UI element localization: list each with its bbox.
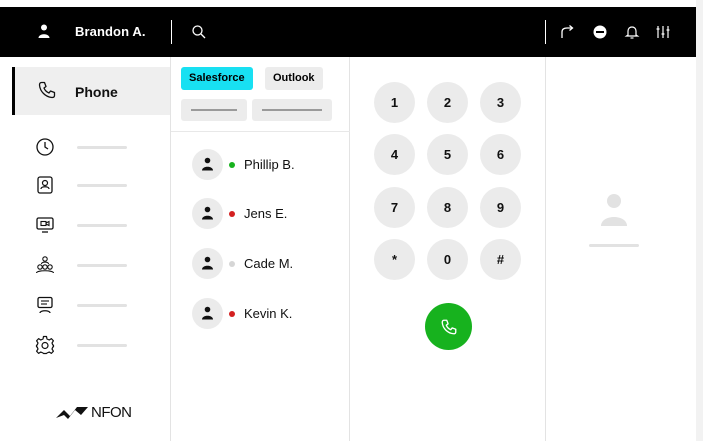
do-not-disturb-icon[interactable] <box>592 24 608 40</box>
user-icon[interactable] <box>36 23 52 39</box>
contact-name: Kevin K. <box>244 306 293 321</box>
call-button[interactable] <box>425 303 472 350</box>
status-dot <box>229 162 235 168</box>
filter-chip[interactable] <box>252 99 332 121</box>
bell-icon[interactable] <box>624 24 640 40</box>
dial-key-1[interactable]: 1 <box>374 82 415 123</box>
contact-item[interactable]: Kevin K. <box>192 298 342 330</box>
placeholder-bar <box>191 109 237 111</box>
dial-key-8[interactable]: 8 <box>427 187 468 228</box>
dial-key-7[interactable]: 7 <box>374 187 415 228</box>
top-bar: Brandon A. <box>0 7 696 57</box>
placeholder-bar <box>77 224 127 227</box>
placeholder-bar <box>77 304 127 307</box>
avatar <box>192 248 223 279</box>
nfon-logo-mark <box>56 407 88 419</box>
dialpad: 1 2 3 4 5 6 7 8 9 * 0 # <box>350 57 546 441</box>
clock-icon <box>36 138 54 156</box>
user-name[interactable]: Brandon A. <box>75 24 146 39</box>
placeholder-bar <box>589 244 639 247</box>
placeholder-bar <box>77 344 127 347</box>
divider <box>545 20 546 44</box>
search-icon[interactable] <box>191 24 207 40</box>
dial-key-2[interactable]: 2 <box>427 82 468 123</box>
avatar <box>192 298 223 329</box>
sidebar-item-label: Phone <box>75 84 118 100</box>
placeholder-bar <box>262 109 322 111</box>
dial-key-0[interactable]: 0 <box>427 239 468 280</box>
dial-key-star[interactable]: * <box>374 239 415 280</box>
phone-icon <box>441 319 456 334</box>
status-dot <box>229 261 235 267</box>
user-placeholder-icon <box>601 194 627 226</box>
sidebar-item-screen-share[interactable] <box>0 213 171 239</box>
dial-key-3[interactable]: 3 <box>480 82 521 123</box>
contact-item[interactable]: Phillip B. <box>192 149 342 181</box>
app-window: Brandon A. Phone NFON Salesforce Outlook… <box>0 7 696 441</box>
dial-key-hash[interactable]: # <box>480 239 521 280</box>
screen-share-icon <box>36 217 54 233</box>
status-dot <box>229 211 235 217</box>
phone-icon <box>38 81 56 99</box>
sidebar-item-recents[interactable] <box>0 135 171 161</box>
sidebar-item-phone[interactable]: Phone <box>12 67 170 115</box>
dial-key-5[interactable]: 5 <box>427 134 468 175</box>
sidebar-item-settings[interactable] <box>0 333 171 359</box>
contacts-book-icon <box>37 176 53 194</box>
contact-item[interactable]: Cade M. <box>192 248 342 280</box>
user-icon <box>202 206 213 220</box>
contact-item[interactable]: Jens E. <box>192 198 342 230</box>
dial-key-6[interactable]: 6 <box>480 134 521 175</box>
contact-details-panel <box>546 57 696 441</box>
contact-name: Cade M. <box>244 256 294 271</box>
group-icon <box>35 256 55 274</box>
dial-key-4[interactable]: 4 <box>374 134 415 175</box>
sidebar-item-groups[interactable] <box>0 253 171 279</box>
tab-outlook[interactable]: Outlook <box>265 67 323 90</box>
window-edge <box>696 0 703 441</box>
divider <box>171 131 350 132</box>
filter-chip[interactable] <box>181 99 247 121</box>
sidebar: Phone NFON <box>0 57 171 441</box>
placeholder-bar <box>77 184 127 187</box>
dial-key-9[interactable]: 9 <box>480 187 521 228</box>
tab-salesforce[interactable]: Salesforce <box>181 67 253 90</box>
avatar <box>192 149 223 180</box>
user-icon <box>202 306 213 320</box>
user-icon <box>202 256 213 270</box>
call-forward-icon[interactable] <box>559 24 575 40</box>
user-icon <box>202 157 213 171</box>
chat-icon <box>37 296 53 314</box>
placeholder-bar <box>77 146 127 149</box>
sidebar-item-contacts[interactable] <box>0 173 171 199</box>
settings-sliders-icon[interactable] <box>655 24 671 40</box>
contacts-panel: Salesforce Outlook Phillip B. Jens E. Ca… <box>171 57 350 441</box>
logo-text: NFON <box>91 404 132 421</box>
divider <box>171 20 172 44</box>
sidebar-item-chat[interactable] <box>0 293 171 319</box>
status-dot <box>229 311 235 317</box>
contact-name: Jens E. <box>244 206 288 221</box>
gear-icon <box>35 335 55 355</box>
avatar <box>192 198 223 229</box>
placeholder-bar <box>77 264 127 267</box>
contact-name: Phillip B. <box>244 157 295 172</box>
